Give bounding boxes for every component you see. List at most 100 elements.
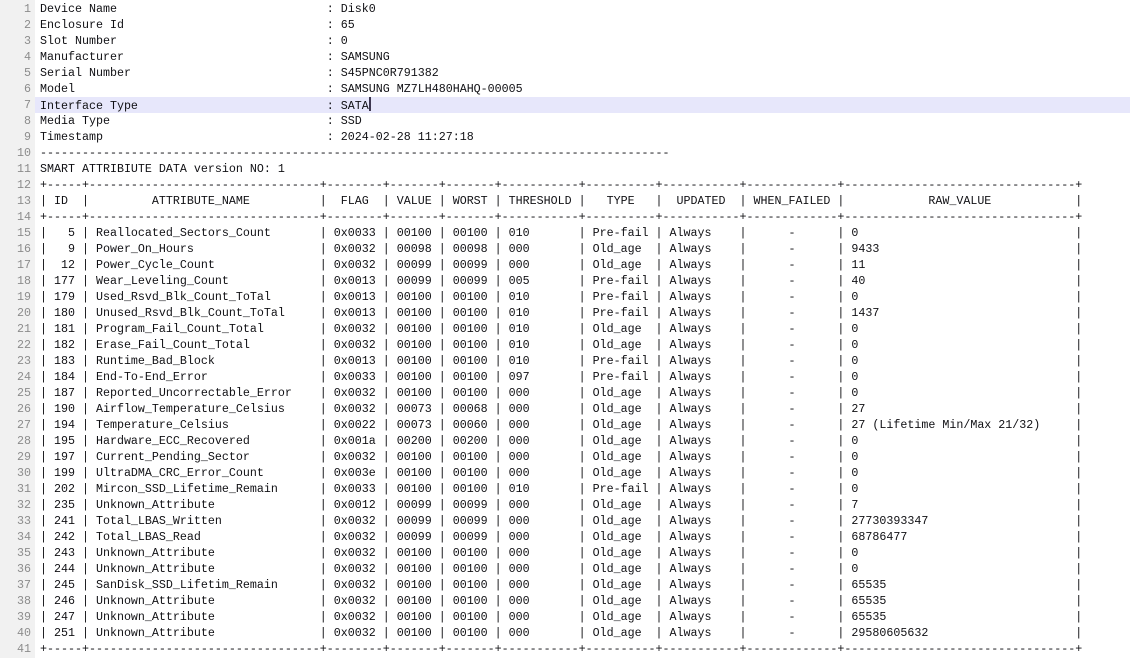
- editor-line[interactable]: 4Manufacturer : SAMSUNG: [0, 49, 1130, 65]
- editor-line[interactable]: 37| 245 | SanDisk_SSD_Lifetim_Remain | 0…: [0, 577, 1130, 593]
- line-text[interactable]: Manufacturer : SAMSUNG: [35, 49, 1130, 65]
- line-text[interactable]: | 243 | Unknown_Attribute | 0x0032 | 001…: [35, 545, 1130, 561]
- line-text[interactable]: | 190 | Airflow_Temperature_Celsius | 0x…: [35, 401, 1130, 417]
- editor-line[interactable]: 12+-----+-------------------------------…: [0, 177, 1130, 193]
- line-text[interactable]: | 187 | Reported_Uncorrectable_Error | 0…: [35, 385, 1130, 401]
- line-number: 25: [0, 385, 35, 401]
- line-text[interactable]: | 194 | Temperature_Celsius | 0x0022 | 0…: [35, 417, 1130, 433]
- editor-line[interactable]: 39| 247 | Unknown_Attribute | 0x0032 | 0…: [0, 609, 1130, 625]
- editor-line[interactable]: 16| 9 | Power_On_Hours | 0x0032 | 00098 …: [0, 241, 1130, 257]
- line-text[interactable]: | 180 | Unused_Rsvd_Blk_Count_ToTal | 0x…: [35, 305, 1130, 321]
- line-text[interactable]: | 5 | Reallocated_Sectors_Count | 0x0033…: [35, 225, 1130, 241]
- line-text[interactable]: Timestamp : 2024-02-28 11:27:18: [35, 129, 1130, 145]
- editor-line[interactable]: 31| 202 | Mircon_SSD_Lifetime_Remain | 0…: [0, 481, 1130, 497]
- line-text[interactable]: | 247 | Unknown_Attribute | 0x0032 | 001…: [35, 609, 1130, 625]
- editor-line[interactable]: 18| 177 | Wear_Leveling_Count | 0x0013 |…: [0, 273, 1130, 289]
- line-text[interactable]: | 242 | Total_LBAS_Read | 0x0032 | 00099…: [35, 529, 1130, 545]
- line-text[interactable]: +-----+---------------------------------…: [35, 177, 1130, 193]
- editor-line[interactable]: 35| 243 | Unknown_Attribute | 0x0032 | 0…: [0, 545, 1130, 561]
- line-text[interactable]: Model : SAMSUNG MZ7LH480HAHQ-00005: [35, 81, 1130, 97]
- editor-line[interactable]: 32| 235 | Unknown_Attribute | 0x0012 | 0…: [0, 497, 1130, 513]
- line-number: 9: [0, 129, 35, 145]
- line-text[interactable]: Interface Type : SATA: [35, 97, 1130, 113]
- line-number: 23: [0, 353, 35, 369]
- line-text[interactable]: | 9 | Power_On_Hours | 0x0032 | 00098 | …: [35, 241, 1130, 257]
- editor-line[interactable]: 36| 244 | Unknown_Attribute | 0x0032 | 0…: [0, 561, 1130, 577]
- line-number: 22: [0, 337, 35, 353]
- editor-line[interactable]: 29| 197 | Current_Pending_Sector | 0x003…: [0, 449, 1130, 465]
- editor-line[interactable]: 7Interface Type : SATA: [0, 97, 1130, 113]
- text-editor-window[interactable]: 1Device Name : Disk02Enclosure Id : 653S…: [0, 0, 1130, 658]
- line-text[interactable]: ----------------------------------------…: [35, 145, 1130, 161]
- editor-line[interactable]: 10--------------------------------------…: [0, 145, 1130, 161]
- line-text[interactable]: SMART ATTRIBIUTE DATA version NO: 1: [35, 161, 1130, 177]
- editor-line[interactable]: 38| 246 | Unknown_Attribute | 0x0032 | 0…: [0, 593, 1130, 609]
- editor-line[interactable]: 25| 187 | Reported_Uncorrectable_Error |…: [0, 385, 1130, 401]
- editor-line[interactable]: 2Enclosure Id : 65: [0, 17, 1130, 33]
- editor-line[interactable]: 23| 183 | Runtime_Bad_Block | 0x0013 | 0…: [0, 353, 1130, 369]
- editor-line[interactable]: 9Timestamp : 2024-02-28 11:27:18: [0, 129, 1130, 145]
- line-text[interactable]: | 184 | End-To-End_Error | 0x0033 | 0010…: [35, 369, 1130, 385]
- editor-line[interactable]: 20| 180 | Unused_Rsvd_Blk_Count_ToTal | …: [0, 305, 1130, 321]
- editor-line[interactable]: 5Serial Number : S45PNC0R791382: [0, 65, 1130, 81]
- editor-line[interactable]: 17| 12 | Power_Cycle_Count | 0x0032 | 00…: [0, 257, 1130, 273]
- editor-line[interactable]: 33| 241 | Total_LBAS_Written | 0x0032 | …: [0, 513, 1130, 529]
- editor-line[interactable]: 22| 182 | Erase_Fail_Count_Total | 0x003…: [0, 337, 1130, 353]
- line-number: 26: [0, 401, 35, 417]
- line-text[interactable]: | 241 | Total_LBAS_Written | 0x0032 | 00…: [35, 513, 1130, 529]
- line-number: 18: [0, 273, 35, 289]
- line-text[interactable]: | 179 | Used_Rsvd_Blk_Count_ToTal | 0x00…: [35, 289, 1130, 305]
- line-text[interactable]: Enclosure Id : 65: [35, 17, 1130, 33]
- line-text[interactable]: | 202 | Mircon_SSD_Lifetime_Remain | 0x0…: [35, 481, 1130, 497]
- editor-line[interactable]: 34| 242 | Total_LBAS_Read | 0x0032 | 000…: [0, 529, 1130, 545]
- line-number: 1: [0, 1, 35, 17]
- editor-content[interactable]: 1Device Name : Disk02Enclosure Id : 653S…: [0, 1, 1130, 657]
- editor-line[interactable]: 8Media Type : SSD: [0, 113, 1130, 129]
- editor-line[interactable]: 13| ID | ATTRIBUTE_NAME | FLAG | VALUE |…: [0, 193, 1130, 209]
- editor-line[interactable]: 11SMART ATTRIBIUTE DATA version NO: 1: [0, 161, 1130, 177]
- line-text[interactable]: | 182 | Erase_Fail_Count_Total | 0x0032 …: [35, 337, 1130, 353]
- line-number: 28: [0, 433, 35, 449]
- editor-line[interactable]: 26| 190 | Airflow_Temperature_Celsius | …: [0, 401, 1130, 417]
- line-text[interactable]: | 12 | Power_Cycle_Count | 0x0032 | 0009…: [35, 257, 1130, 273]
- editor-line[interactable]: 28| 195 | Hardware_ECC_Recovered | 0x001…: [0, 433, 1130, 449]
- line-number: 6: [0, 81, 35, 97]
- line-text[interactable]: | 181 | Program_Fail_Count_Total | 0x003…: [35, 321, 1130, 337]
- editor-line[interactable]: 40| 251 | Unknown_Attribute | 0x0032 | 0…: [0, 625, 1130, 641]
- line-text[interactable]: | 177 | Wear_Leveling_Count | 0x0013 | 0…: [35, 273, 1130, 289]
- line-text[interactable]: Media Type : SSD: [35, 113, 1130, 129]
- line-number: 31: [0, 481, 35, 497]
- line-number: 41: [0, 641, 35, 657]
- line-number: 19: [0, 289, 35, 305]
- editor-line[interactable]: 41+-----+-------------------------------…: [0, 641, 1130, 657]
- editor-line[interactable]: 15| 5 | Reallocated_Sectors_Count | 0x00…: [0, 225, 1130, 241]
- line-number: 20: [0, 305, 35, 321]
- line-number: 37: [0, 577, 35, 593]
- line-text[interactable]: | 251 | Unknown_Attribute | 0x0032 | 001…: [35, 625, 1130, 641]
- line-text[interactable]: +-----+---------------------------------…: [35, 641, 1130, 657]
- line-number: 32: [0, 497, 35, 513]
- line-text[interactable]: | 235 | Unknown_Attribute | 0x0012 | 000…: [35, 497, 1130, 513]
- editor-line[interactable]: 27| 194 | Temperature_Celsius | 0x0022 |…: [0, 417, 1130, 433]
- line-text[interactable]: Slot Number : 0: [35, 33, 1130, 49]
- line-text[interactable]: | 244 | Unknown_Attribute | 0x0032 | 001…: [35, 561, 1130, 577]
- line-text[interactable]: | ID | ATTRIBUTE_NAME | FLAG | VALUE | W…: [35, 193, 1130, 209]
- editor-line[interactable]: 6Model : SAMSUNG MZ7LH480HAHQ-00005: [0, 81, 1130, 97]
- line-text[interactable]: +-----+---------------------------------…: [35, 209, 1130, 225]
- editor-line[interactable]: 21| 181 | Program_Fail_Count_Total | 0x0…: [0, 321, 1130, 337]
- editor-line[interactable]: 3Slot Number : 0: [0, 33, 1130, 49]
- line-text[interactable]: | 245 | SanDisk_SSD_Lifetim_Remain | 0x0…: [35, 577, 1130, 593]
- editor-line[interactable]: 24| 184 | End-To-End_Error | 0x0033 | 00…: [0, 369, 1130, 385]
- line-text[interactable]: | 197 | Current_Pending_Sector | 0x0032 …: [35, 449, 1130, 465]
- line-text[interactable]: Serial Number : S45PNC0R791382: [35, 65, 1130, 81]
- editor-line[interactable]: 1Device Name : Disk0: [0, 1, 1130, 17]
- line-number: 33: [0, 513, 35, 529]
- line-text[interactable]: | 183 | Runtime_Bad_Block | 0x0013 | 001…: [35, 353, 1130, 369]
- editor-line[interactable]: 14+-----+-------------------------------…: [0, 209, 1130, 225]
- line-text[interactable]: | 199 | UltraDMA_CRC_Error_Count | 0x003…: [35, 465, 1130, 481]
- editor-line[interactable]: 19| 179 | Used_Rsvd_Blk_Count_ToTal | 0x…: [0, 289, 1130, 305]
- line-text[interactable]: | 195 | Hardware_ECC_Recovered | 0x001a …: [35, 433, 1130, 449]
- line-text[interactable]: | 246 | Unknown_Attribute | 0x0032 | 001…: [35, 593, 1130, 609]
- line-text[interactable]: Device Name : Disk0: [35, 1, 1130, 17]
- editor-line[interactable]: 30| 199 | UltraDMA_CRC_Error_Count | 0x0…: [0, 465, 1130, 481]
